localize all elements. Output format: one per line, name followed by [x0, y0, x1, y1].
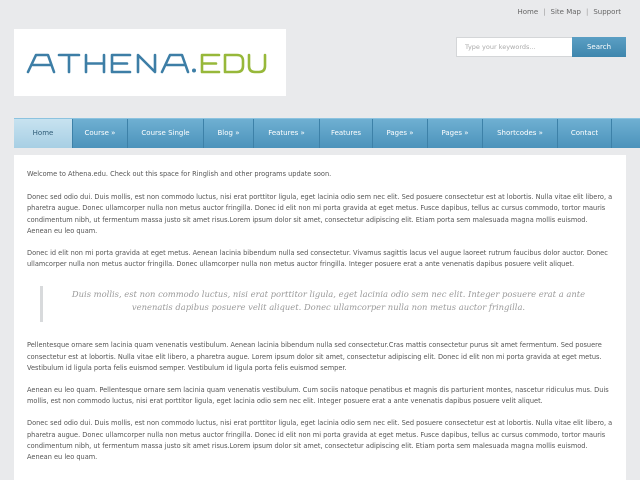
- nav-item-contact[interactable]: Contact: [558, 119, 612, 148]
- athena-edu-logo: [26, 53, 267, 73]
- intro-text: Welcome to Athena.edu. Check out this sp…: [27, 170, 332, 178]
- top-links: Home | Site Map | Support: [513, 8, 627, 16]
- paragraph: Aenean eu leo quam. Pellentesque ornare …: [27, 386, 609, 406]
- nav-item-pages[interactable]: Pages »: [373, 119, 428, 148]
- nav-item-features[interactable]: Features: [320, 119, 373, 148]
- search-input[interactable]: [456, 37, 572, 57]
- top-link-site-map[interactable]: Site Map: [546, 8, 586, 16]
- nav-item-home[interactable]: Home: [14, 119, 73, 148]
- nav-item-blog[interactable]: Blog »: [204, 119, 254, 148]
- main-nav: Home Course » Course Single Blog » Featu…: [14, 118, 640, 148]
- paragraph: Donec id elit non mi porta gravida at eg…: [27, 249, 608, 269]
- top-link-home[interactable]: Home: [513, 8, 544, 16]
- search-form: Search: [456, 37, 626, 57]
- nav-item-pages-2[interactable]: Pages »: [428, 119, 483, 148]
- paragraph: Pellentesque ornare sem lacinia quam ven…: [27, 341, 602, 372]
- site-logo[interactable]: [14, 29, 286, 96]
- nav-item-features-menu[interactable]: Features »: [254, 119, 320, 148]
- nav-item-course-single[interactable]: Course Single: [128, 119, 204, 148]
- paragraph: Donec sed odio dui. Duis mollis, est non…: [27, 193, 613, 235]
- search-button[interactable]: Search: [572, 37, 626, 57]
- blockquote: Duis mollis, est non commodo luctus, nis…: [40, 286, 614, 323]
- paragraph: Donec sed odio dui. Duis mollis, est non…: [27, 419, 613, 462]
- main-content: Welcome to Athena.edu. Check out this sp…: [14, 155, 626, 480]
- top-link-support[interactable]: Support: [588, 8, 626, 16]
- nav-item-shortcodes[interactable]: Shortcodes »: [483, 119, 558, 148]
- nav-item-course[interactable]: Course »: [73, 119, 128, 148]
